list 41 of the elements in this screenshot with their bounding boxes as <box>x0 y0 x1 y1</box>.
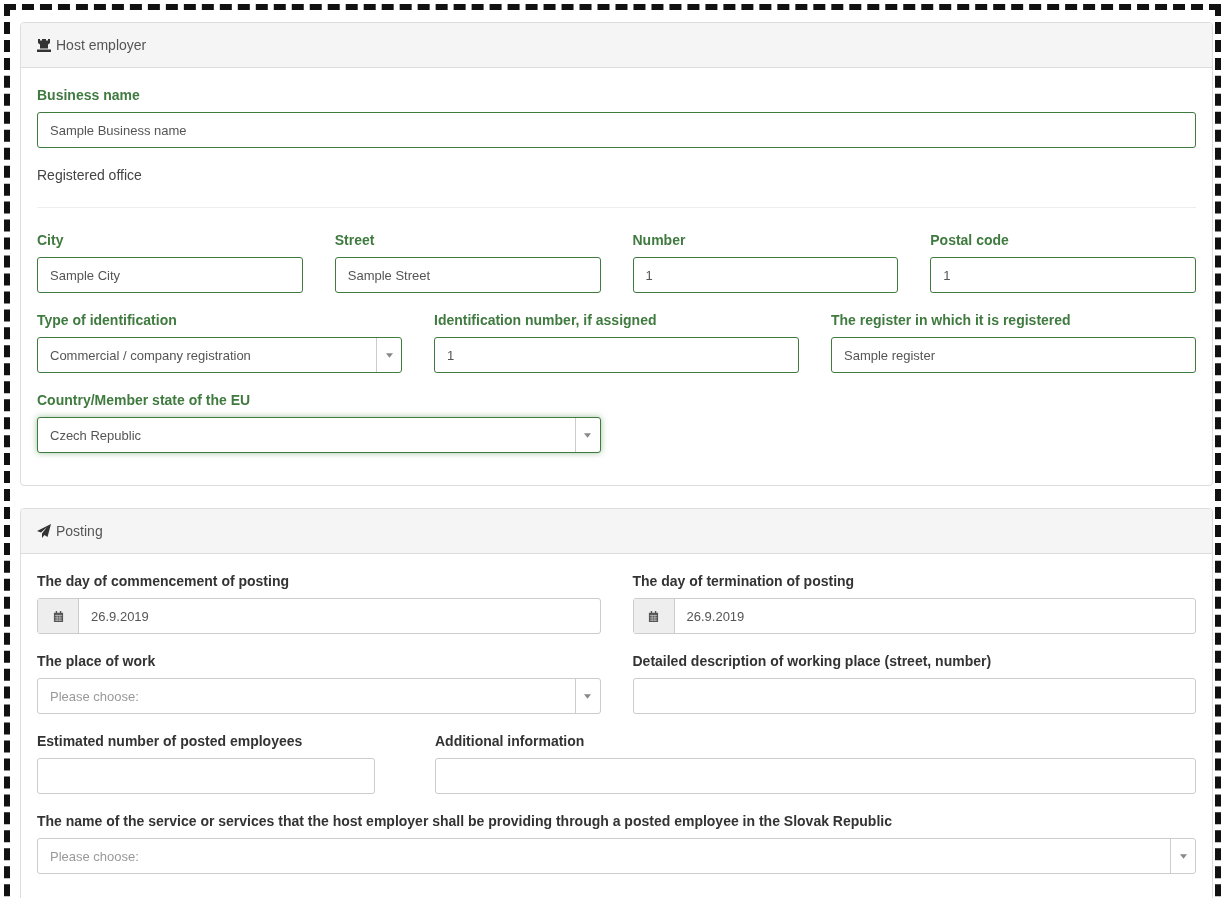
field-label: Country/Member state of the EU <box>37 391 252 410</box>
field-label: The name of the service or services that the host employer shall be providing through a posted employee in the Slovak Republic <box>37 812 893 831</box>
select-field[interactable]: Commercial / company registration <box>37 337 402 373</box>
field-label: The day of termination of posting <box>632 572 856 591</box>
date-field[interactable]: 26.9.2019 <box>37 598 601 634</box>
date-field[interactable]: 26.9.2019 <box>632 598 1196 634</box>
input-field[interactable]: 1 <box>930 257 1196 293</box>
paper-plane-icon <box>37 524 51 538</box>
field-label: Estimated number of posted employees <box>37 732 304 751</box>
caret-icon <box>1179 853 1187 859</box>
panel-title: Host employer <box>56 37 147 53</box>
input-field[interactable]: Sample Business name <box>37 112 1196 148</box>
field-label: Detailed description of working place (street, number) <box>632 652 993 671</box>
field-label: Identification number, if assigned <box>434 311 658 330</box>
field-label: Street <box>334 231 376 250</box>
subheading: Registered office <box>37 166 143 185</box>
caret-icon <box>584 432 591 438</box>
input-field[interactable] <box>435 758 1196 794</box>
field-label: City <box>37 231 65 250</box>
caret-icon <box>385 352 393 358</box>
field-label: The day of commencement of posting <box>37 572 291 591</box>
field-label: Type of identification <box>37 311 178 330</box>
calendar-icon <box>648 610 659 622</box>
input-field[interactable]: Sample register <box>831 337 1196 373</box>
field-label: Business name <box>37 86 141 105</box>
input-field[interactable] <box>632 678 1196 714</box>
input-field[interactable]: 1 <box>434 337 799 373</box>
input-field[interactable]: Sample Street <box>334 257 601 293</box>
panel-title: Posting <box>56 523 103 539</box>
caret-icon <box>584 693 591 699</box>
field-label: Number <box>632 231 687 250</box>
select-field[interactable]: Czech Republic <box>37 417 601 453</box>
field-label: The register in which it is registered <box>831 311 1072 330</box>
calendar-icon <box>52 610 64 622</box>
field-label: Additional information <box>435 732 586 751</box>
input-field[interactable] <box>37 758 375 794</box>
input-field[interactable]: 1 <box>632 257 899 293</box>
input-field[interactable]: Sample City <box>37 257 303 293</box>
field-label: Postal code <box>930 231 1010 250</box>
rook-icon <box>37 38 51 52</box>
field-label: The place of work <box>37 652 157 671</box>
